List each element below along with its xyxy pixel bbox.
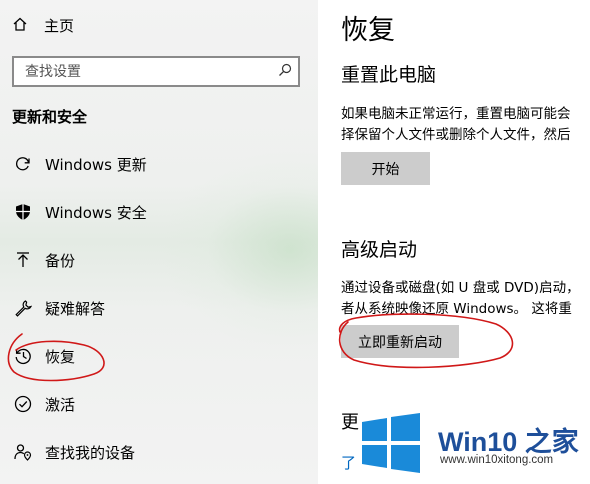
refresh-icon	[12, 155, 34, 173]
sidebar-item-label: 恢复	[45, 347, 76, 366]
windows-logo-icon	[362, 413, 420, 473]
home-icon	[12, 16, 34, 35]
upload-arrow-icon	[12, 251, 34, 269]
sidebar-item-label: 疑难解答	[45, 299, 106, 318]
reset-pc-description: 如果电脑未正常运行，重置电脑可能会 择保留个人文件或删除个人文件，然后	[341, 104, 590, 146]
sidebar-item-activation[interactable]: 激活	[0, 380, 318, 428]
win10-watermark: Win10 之家 www.win10xitong.com	[356, 406, 590, 484]
advanced-startup-description: 通过设备或磁盘(如 U 盘或 DVD)启动， 者从系统映像还原 Windows。…	[341, 278, 590, 320]
check-circle-icon	[12, 395, 34, 413]
shield-icon	[12, 203, 34, 221]
learn-more-link[interactable]: 了	[341, 452, 356, 473]
watermark-url: www.win10xitong.com	[440, 454, 554, 466]
reset-pc-heading: 重置此电脑	[341, 64, 437, 86]
sidebar-item-label: Windows 更新	[45, 155, 147, 174]
sidebar: 主页 更新和安全 Windows 更新 Windows 安全 备份	[0, 0, 318, 484]
sidebar-item-label: 激活	[45, 395, 76, 414]
section-title: 更新和安全	[12, 108, 88, 126]
description-line: 择保留个人文件或删除个人文件，然后	[341, 127, 571, 143]
description-line: 者从系统映像还原 Windows。 这将重	[341, 301, 572, 317]
search-input[interactable]	[25, 58, 272, 85]
sidebar-item-windows-update[interactable]: Windows 更新	[0, 140, 318, 188]
sidebar-item-troubleshoot[interactable]: 疑难解答	[0, 284, 318, 332]
wrench-icon	[12, 299, 34, 317]
start-reset-button[interactable]: 开始	[341, 152, 430, 185]
settings-search-box[interactable]	[12, 56, 300, 87]
advanced-startup-heading: 高级启动	[341, 239, 418, 261]
sidebar-item-label: 备份	[45, 251, 76, 270]
page-title: 恢复	[341, 15, 395, 46]
sidebar-item-windows-security[interactable]: Windows 安全	[0, 188, 318, 236]
person-location-icon	[12, 443, 34, 461]
restart-now-button[interactable]: 立即重新启动	[341, 325, 459, 358]
sidebar-item-find-my-device[interactable]: 查找我的设备	[0, 428, 318, 476]
home-link[interactable]: 主页	[12, 12, 74, 38]
sidebar-item-label: 查找我的设备	[45, 443, 136, 462]
search-icon[interactable]	[272, 63, 298, 81]
description-line: 通过设备或磁盘(如 U 盘或 DVD)启动，	[341, 280, 580, 296]
description-line: 如果电脑未正常运行，重置电脑可能会	[341, 106, 571, 122]
sidebar-nav: Windows 更新 Windows 安全 备份 疑难解答 恢复 激活 查找我的…	[0, 140, 318, 476]
history-icon	[12, 347, 34, 365]
sidebar-item-backup[interactable]: 备份	[0, 236, 318, 284]
sidebar-item-recovery[interactable]: 恢复	[0, 332, 318, 380]
home-label: 主页	[44, 16, 75, 35]
sidebar-item-label: Windows 安全	[45, 203, 147, 222]
